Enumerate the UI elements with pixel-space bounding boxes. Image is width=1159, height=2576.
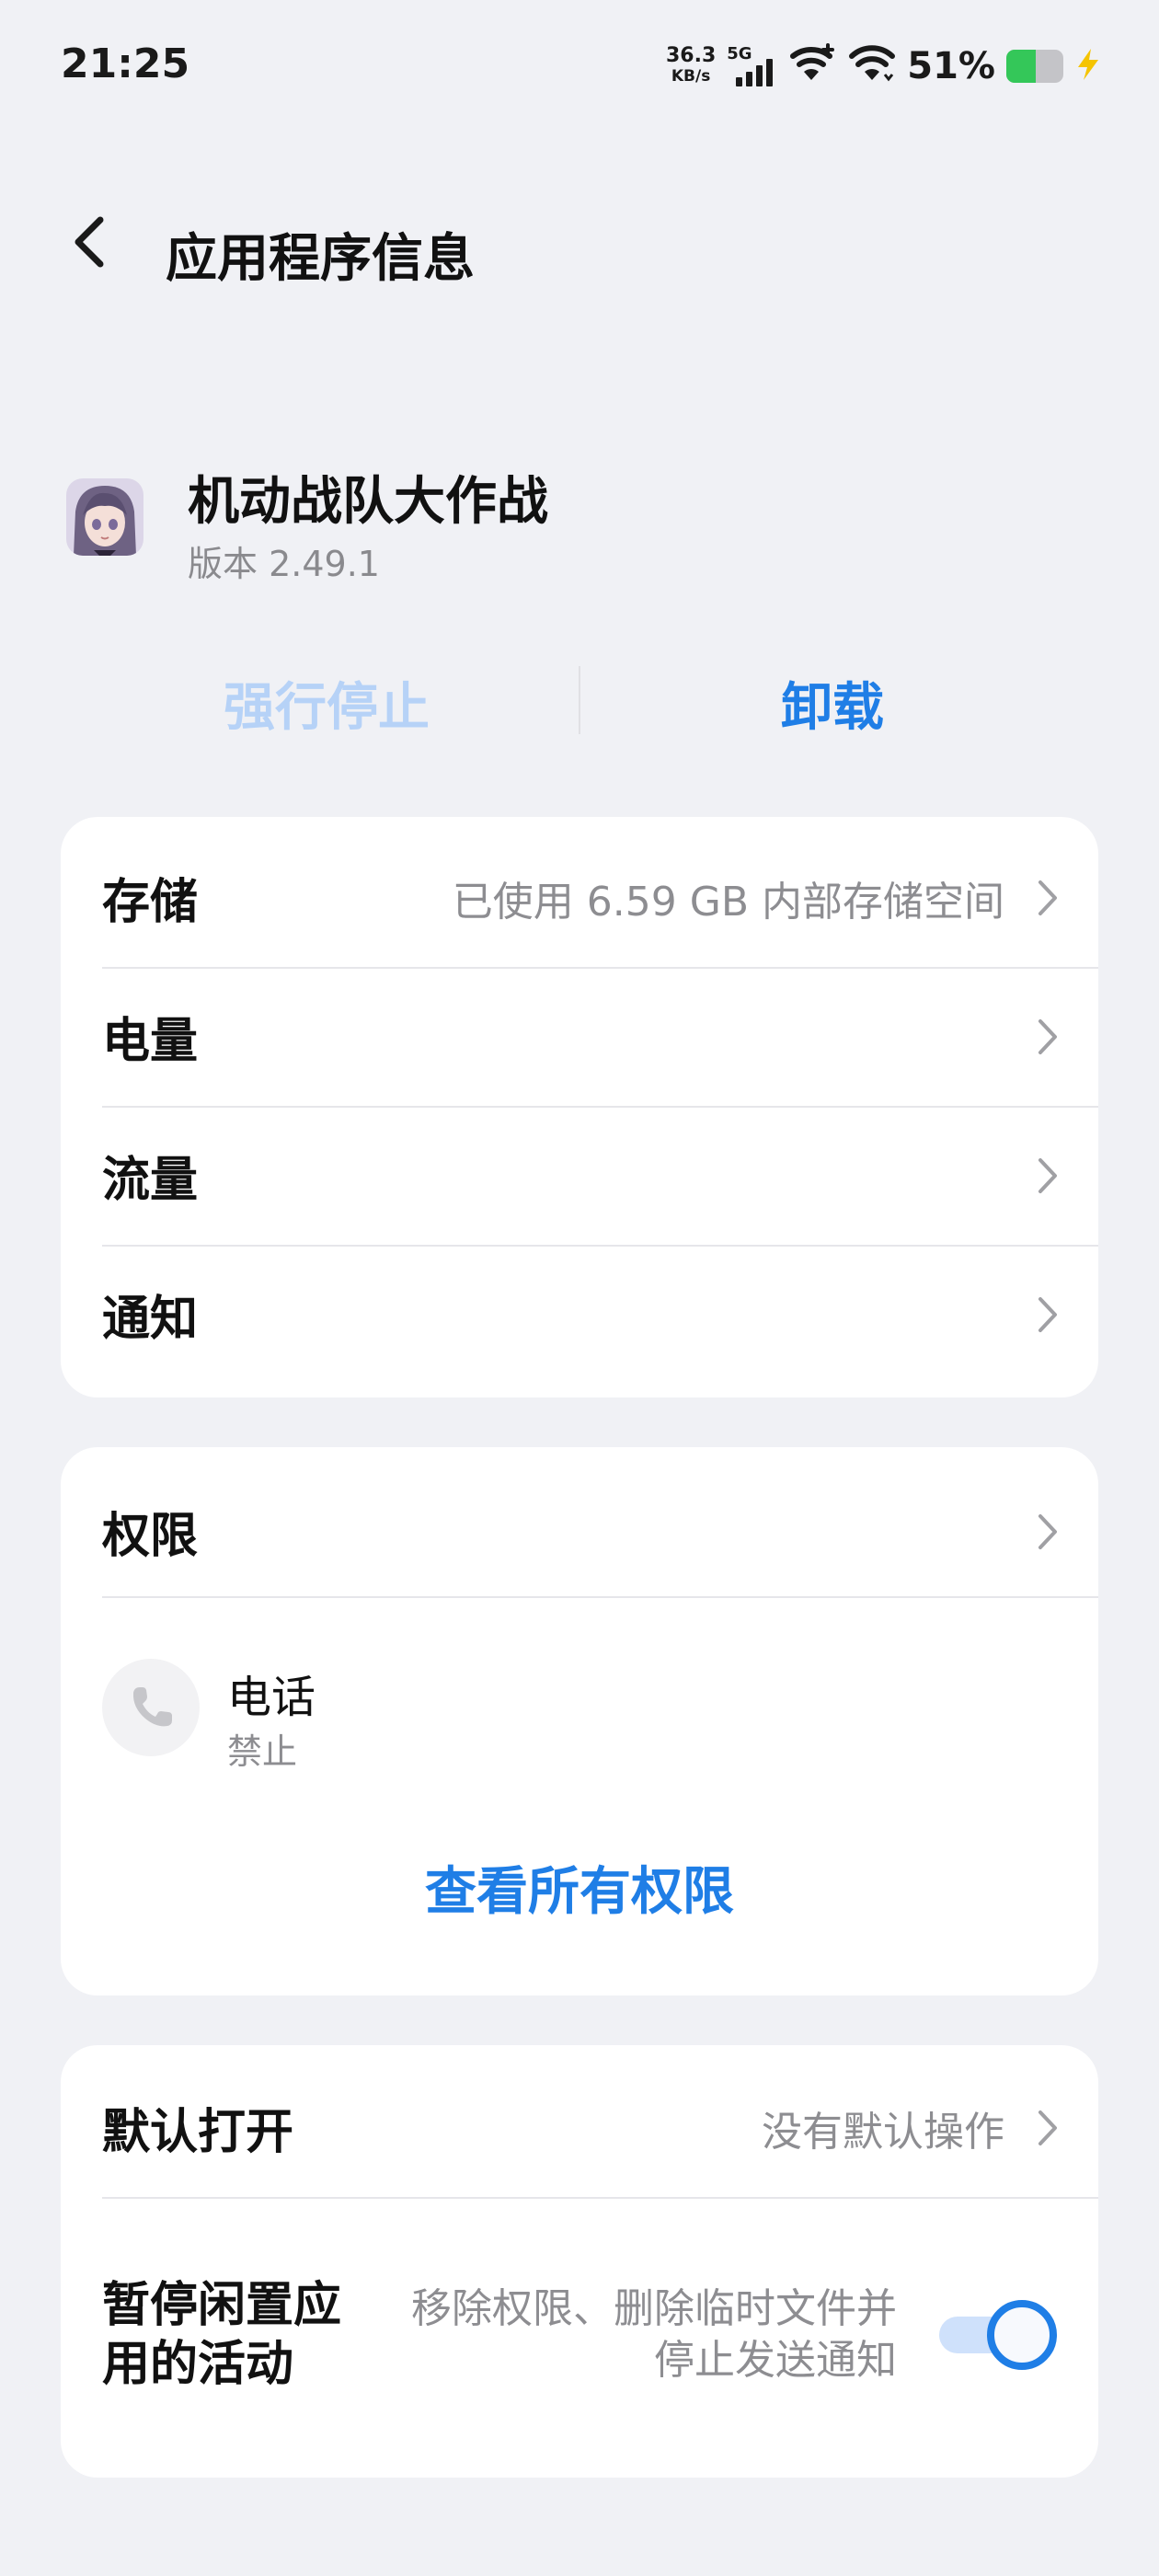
pause-unused-activity-row[interactable]: 暂停闲置应用的活动 移除权限、删除临时文件并停止发送通知: [61, 2197, 1098, 2473]
battery-icon: [1006, 50, 1063, 83]
notifications-row[interactable]: 通知: [61, 1245, 1098, 1384]
status-time: 21:25: [61, 40, 190, 87]
storage-label: 存储: [102, 875, 199, 930]
chevron-right-icon: [1036, 2108, 1060, 2148]
network-speed: 36.3 KB/s: [666, 46, 716, 86]
app-icon: [66, 478, 143, 556]
view-all-permissions-button[interactable]: 查看所有权限: [61, 1850, 1098, 1925]
network-speed-value: 36.3: [665, 44, 717, 67]
notifications-label: 通知: [102, 1292, 199, 1347]
data-usage-label: 流量: [102, 1153, 199, 1208]
app-version: 版本 2.49.1: [188, 544, 380, 584]
chevron-right-icon: [1036, 1156, 1060, 1196]
battery-usage-label: 电量: [102, 1014, 199, 1069]
back-arrow-icon: [73, 216, 106, 271]
action-row: 强行停止 卸载: [0, 653, 1159, 745]
wifi-icon: [848, 43, 896, 89]
chevron-right-icon: [1036, 1512, 1060, 1552]
phone-icon: [102, 1659, 200, 1756]
battery-percent: 51%: [907, 45, 995, 87]
battery-usage-row[interactable]: 电量: [61, 967, 1098, 1106]
force-stop-button[interactable]: 强行停止: [110, 666, 543, 741]
toggle-knob: [987, 2300, 1057, 2370]
back-button[interactable]: [57, 202, 121, 285]
page-title: 应用程序信息: [166, 229, 475, 289]
pause-unused-activity-label: 暂停闲置应用的活动: [102, 2278, 342, 2392]
storage-value: 已使用 6.59 GB 内部存储空间: [452, 878, 1004, 926]
pause-unused-activity-description: 移除权限、删除临时文件并停止发送通知: [411, 2285, 897, 2384]
chevron-right-icon: [1036, 1294, 1060, 1335]
network-speed-unit: KB/s: [671, 67, 711, 86]
storage-row[interactable]: 存储 已使用 6.59 GB 内部存储空间: [61, 828, 1098, 967]
signal-icon: 5G: [727, 44, 778, 88]
permissions-card: 权限 电话 禁止 查看所有权限: [61, 1447, 1098, 1995]
app-name: 机动战队大作战: [188, 472, 548, 532]
app-info: 机动战队大作战 版本 2.49.1: [0, 451, 1159, 589]
permission-name: 电话: [227, 1672, 316, 1723]
default-open-label: 默认打开: [102, 2105, 294, 2160]
uninstall-button[interactable]: 卸载: [616, 666, 1049, 741]
data-usage-row[interactable]: 流量: [61, 1106, 1098, 1245]
permissions-row[interactable]: 权限: [61, 1462, 1098, 1601]
status-bar: 21:25 36.3 KB/s 5G 51%: [0, 0, 1159, 138]
app-details-card: 存储 已使用 6.59 GB 内部存储空间 电量 流量 通知: [61, 817, 1098, 1397]
chevron-right-icon: [1036, 1017, 1060, 1057]
permission-item-phone[interactable]: 电话 禁止: [102, 1659, 654, 1788]
chevron-right-icon: [1036, 878, 1060, 918]
wifi-calling-icon: [789, 43, 837, 89]
permission-status: 禁止: [227, 1731, 298, 1772]
permissions-label: 权限: [102, 1509, 199, 1564]
page-header: 应用程序信息: [0, 202, 1159, 289]
pause-unused-activity-toggle[interactable]: [939, 2300, 1057, 2370]
default-open-row[interactable]: 默认打开 没有默认操作: [61, 2058, 1098, 2197]
battery-level-fill: [1006, 50, 1036, 83]
action-divider: [579, 666, 580, 734]
charging-icon: [1074, 47, 1102, 86]
defaults-card: 默认打开 没有默认操作 暂停闲置应用的活动 移除权限、删除临时文件并停止发送通知: [61, 2045, 1098, 2478]
default-open-value: 没有默认操作: [762, 2108, 1004, 2156]
status-icons: 36.3 KB/s 5G 51%: [666, 39, 1102, 94]
divider: [102, 1596, 1098, 1598]
